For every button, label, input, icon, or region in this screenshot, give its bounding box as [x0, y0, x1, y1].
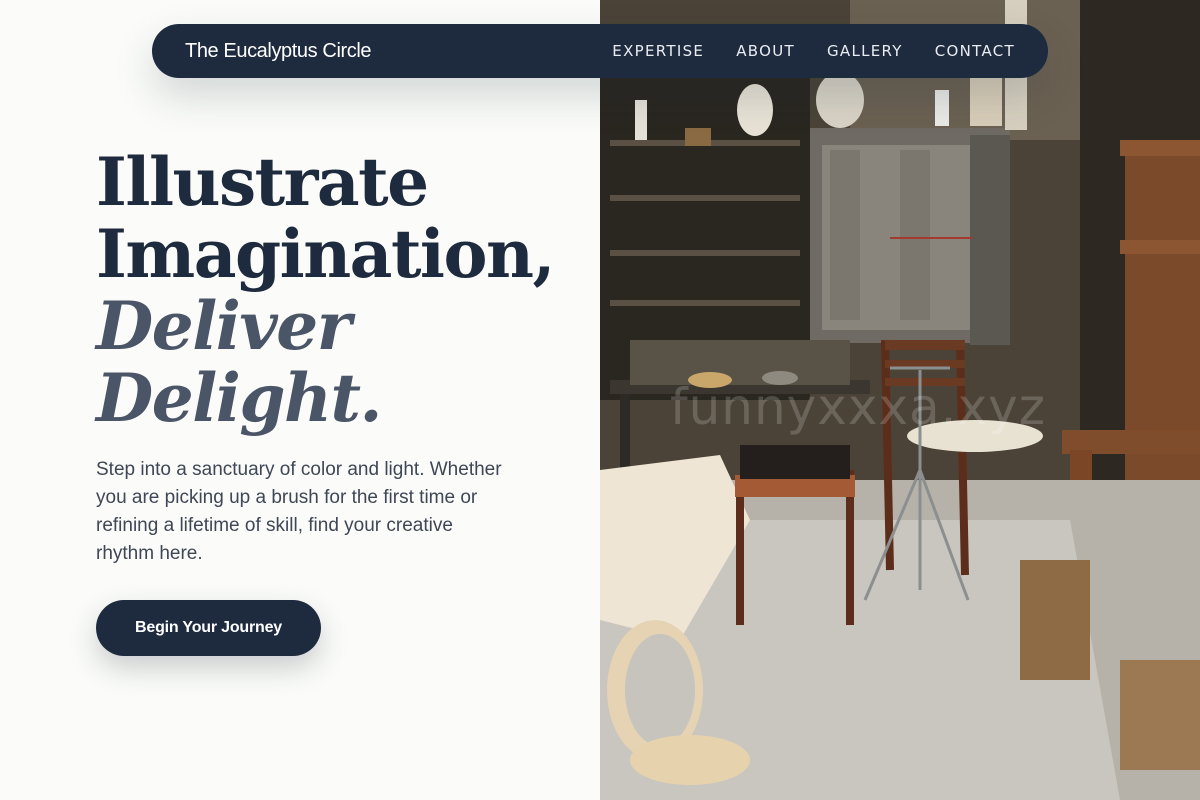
- hero-description: Step into a sanctuary of color and light…: [96, 459, 502, 564]
- headline-line-1: Illustrate: [96, 143, 429, 221]
- hero-section: Illustrate Imagination, Deliver Delight.…: [96, 146, 576, 568]
- headline-line-4: Delight.: [96, 359, 382, 437]
- nav-link-expertise[interactable]: EXPERTISE: [612, 42, 704, 60]
- hero-photo: funnyxxxa.xyz: [600, 0, 1200, 800]
- headline-line-2: Imagination,: [96, 215, 556, 293]
- begin-journey-button[interactable]: Begin Your Journey: [96, 600, 321, 656]
- headline-line-3: Deliver: [96, 287, 351, 365]
- nav-link-about[interactable]: ABOUT: [736, 42, 795, 60]
- nav-link-contact[interactable]: CONTACT: [935, 42, 1015, 60]
- brand-logo-link[interactable]: The Eucalyptus Circle: [185, 40, 372, 63]
- hero-headline: Illustrate Imagination, Deliver Delight.: [96, 146, 576, 434]
- nav-links: EXPERTISE ABOUT GALLERY CONTACT: [612, 42, 1015, 60]
- top-navigation: The Eucalyptus Circle EXPERTISE ABOUT GA…: [152, 24, 1048, 78]
- watermark-text: funnyxxxa.xyz: [670, 378, 1046, 436]
- nav-link-gallery[interactable]: GALLERY: [827, 42, 903, 60]
